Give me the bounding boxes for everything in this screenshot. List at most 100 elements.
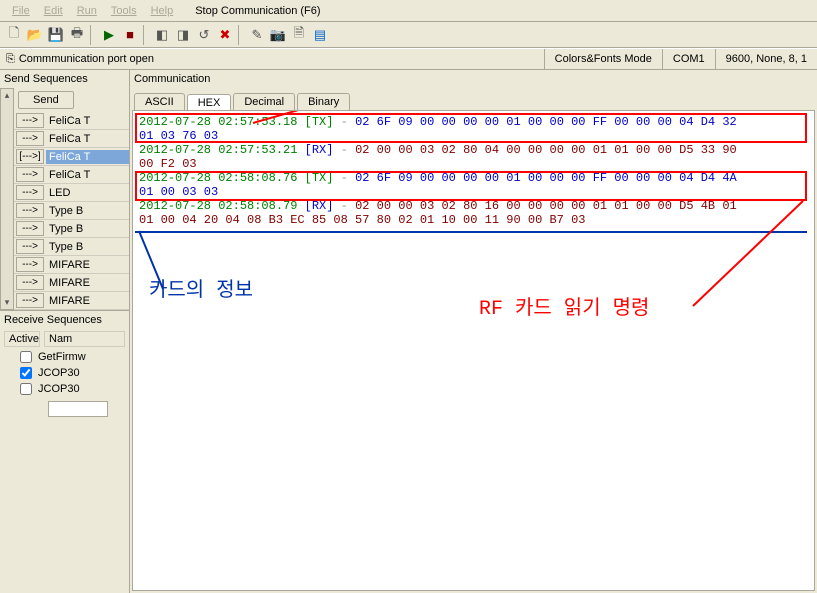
new-icon[interactable]: 🗋 (4, 25, 24, 45)
sequence-send-button[interactable]: ---> (16, 275, 44, 290)
sequence-name: MIFARE (46, 258, 129, 272)
receive-active-checkbox[interactable] (20, 383, 32, 395)
view-tabs: ASCII HEX Decimal Binary (130, 88, 817, 110)
toolbar-separator (238, 25, 244, 45)
sequence-row[interactable]: [--->]FeliCa T (14, 148, 129, 166)
annotation-rf-read: RF 카드 읽기 명령 (479, 303, 649, 317)
tab-ascii[interactable]: ASCII (134, 93, 185, 110)
send-scrollbar[interactable]: ▴ ▾ (0, 88, 14, 310)
sequence-name: Type B (46, 222, 129, 236)
receive-name: GetFirmw (38, 351, 86, 363)
log-area[interactable]: 2012-07-28 02:57:53.18 [TX] - 02 6F 09 0… (132, 110, 815, 591)
menu-stop-communication[interactable]: Stop Communication (F6) (189, 3, 326, 19)
toggle2-icon[interactable]: ◨ (173, 25, 193, 45)
sequence-send-button[interactable]: ---> (16, 257, 44, 272)
recv-col-name: Nam (44, 331, 125, 347)
sequence-row[interactable]: --->FeliCa T (14, 112, 129, 130)
send-list: Send --->FeliCa T--->FeliCa T[--->]FeliC… (14, 88, 129, 310)
sequence-send-button[interactable]: ---> (16, 167, 44, 182)
sequence-send-button[interactable]: ---> (16, 131, 44, 146)
log-line: 00 F2 03 (139, 157, 808, 171)
print-icon[interactable]: 🖶 (67, 25, 87, 45)
log-line: 2012-07-28 02:57:53.18 [TX] - 02 6F 09 0… (139, 115, 808, 129)
receive-row: JCOP30 (0, 365, 129, 381)
sequence-row[interactable]: --->Type B (14, 220, 129, 238)
toolbar-separator (90, 25, 96, 45)
status-settings: 9600, None, 8, 1 (715, 49, 817, 69)
send-sequences-title: Send Sequences (0, 70, 129, 88)
receive-row: GetFirmw (0, 349, 129, 365)
log-line: 01 00 03 03 (139, 185, 808, 199)
camera-icon[interactable]: 📷 (268, 25, 288, 45)
receive-input[interactable] (48, 401, 108, 417)
sequence-send-button[interactable]: ---> (16, 203, 44, 218)
sequence-row[interactable]: --->FeliCa T (14, 166, 129, 184)
status-mode: Colors&Fonts Mode (544, 49, 662, 69)
receive-sequences-title: Receive Sequences (0, 311, 129, 329)
receive-active-checkbox[interactable] (20, 367, 32, 379)
refresh-icon[interactable]: ↺ (194, 25, 214, 45)
receive-row: JCOP30 (0, 381, 129, 397)
sequence-row[interactable]: --->FeliCa T (14, 130, 129, 148)
menu-run[interactable]: Run (71, 3, 103, 19)
sequence-name: MIFARE (46, 294, 129, 308)
main-area: Send Sequences ▴ ▾ Send --->FeliCa T--->… (0, 70, 817, 593)
sequence-row[interactable]: --->MIFARE (14, 292, 129, 310)
edit-icon[interactable]: ✎ (247, 25, 267, 45)
menu-tools[interactable]: Tools (105, 3, 143, 19)
sequence-send-button[interactable]: ---> (16, 221, 44, 236)
annotation-line-card-info (135, 231, 807, 233)
menu-file[interactable]: File (6, 3, 36, 19)
sequence-name: Type B (46, 240, 129, 254)
log-line: 01 03 76 03 (139, 129, 808, 143)
left-column: Send Sequences ▴ ▾ Send --->FeliCa T--->… (0, 70, 130, 593)
menu-edit[interactable]: Edit (38, 3, 69, 19)
sequence-row[interactable]: --->MIFARE (14, 256, 129, 274)
sequence-name: FeliCa T (46, 150, 129, 164)
sequence-send-button[interactable]: ---> (16, 293, 44, 308)
log-line: 2012-07-28 02:57:53.21 [RX] - 02 00 00 0… (139, 143, 808, 157)
sequence-send-button[interactable]: ---> (16, 239, 44, 254)
send-button[interactable]: Send (18, 91, 74, 109)
receive-name: JCOP30 (38, 383, 80, 395)
sequence-send-button[interactable]: ---> (16, 113, 44, 128)
receive-active-checkbox[interactable] (20, 351, 32, 363)
stop-icon[interactable]: ■ (120, 25, 140, 45)
scroll-down-icon[interactable]: ▾ (1, 296, 13, 309)
sequence-name: FeliCa T (46, 132, 129, 146)
save-icon[interactable]: 💾 (46, 25, 66, 45)
communication-title: Communication (130, 70, 817, 88)
annotation-card-info: 카드의 정보 (149, 285, 253, 299)
sequence-row[interactable]: --->Type B (14, 238, 129, 256)
tab-binary[interactable]: Binary (297, 93, 350, 110)
send-panel: ▴ ▾ Send --->FeliCa T--->FeliCa T[--->]F… (0, 88, 129, 310)
sequence-row[interactable]: --->Type B (14, 202, 129, 220)
sequence-send-button[interactable]: ---> (16, 185, 44, 200)
sequence-name: MIFARE (46, 276, 129, 290)
toggle-icon[interactable]: ◧ (152, 25, 172, 45)
cancel-icon[interactable]: ✖ (215, 25, 235, 45)
log-line: 2012-07-28 02:58:08.79 [RX] - 02 00 00 0… (139, 199, 808, 213)
toolbar-separator (143, 25, 149, 45)
open-icon[interactable]: 📂 (25, 25, 45, 45)
sequence-send-button[interactable]: [--->] (16, 149, 44, 164)
tab-decimal[interactable]: Decimal (233, 93, 295, 110)
sequence-row[interactable]: --->LED (14, 184, 129, 202)
sequence-name: Type B (46, 204, 129, 218)
menu-help[interactable]: Help (145, 3, 180, 19)
port-status-icon: ⎘ (6, 53, 15, 66)
log-line: 01 00 04 20 04 08 B3 EC 85 08 57 80 02 0… (139, 213, 808, 227)
doc-icon[interactable]: 🗎 (289, 25, 309, 45)
play-icon[interactable]: ▶ (99, 25, 119, 45)
port-status-text: Commmunication port open (19, 53, 154, 65)
terminal-icon[interactable]: ▤ (310, 25, 330, 45)
sequence-row[interactable]: --->MIFARE (14, 274, 129, 292)
tab-hex[interactable]: HEX (187, 94, 232, 111)
toolbar: 🗋 📂 💾 🖶 ▶ ■ ◧ ◨ ↺ ✖ ✎ 📷 🗎 ▤ (0, 22, 817, 48)
receive-panel: Receive Sequences Active Nam GetFirmw JCO… (0, 310, 129, 417)
menubar: File Edit Run Tools Help Stop Communicat… (0, 0, 817, 22)
communication-column: Communication ASCII HEX Decimal Binary 2… (130, 70, 817, 593)
sequence-name: FeliCa T (46, 114, 129, 128)
scroll-up-icon[interactable]: ▴ (1, 89, 13, 102)
recv-col-active: Active (4, 331, 40, 347)
